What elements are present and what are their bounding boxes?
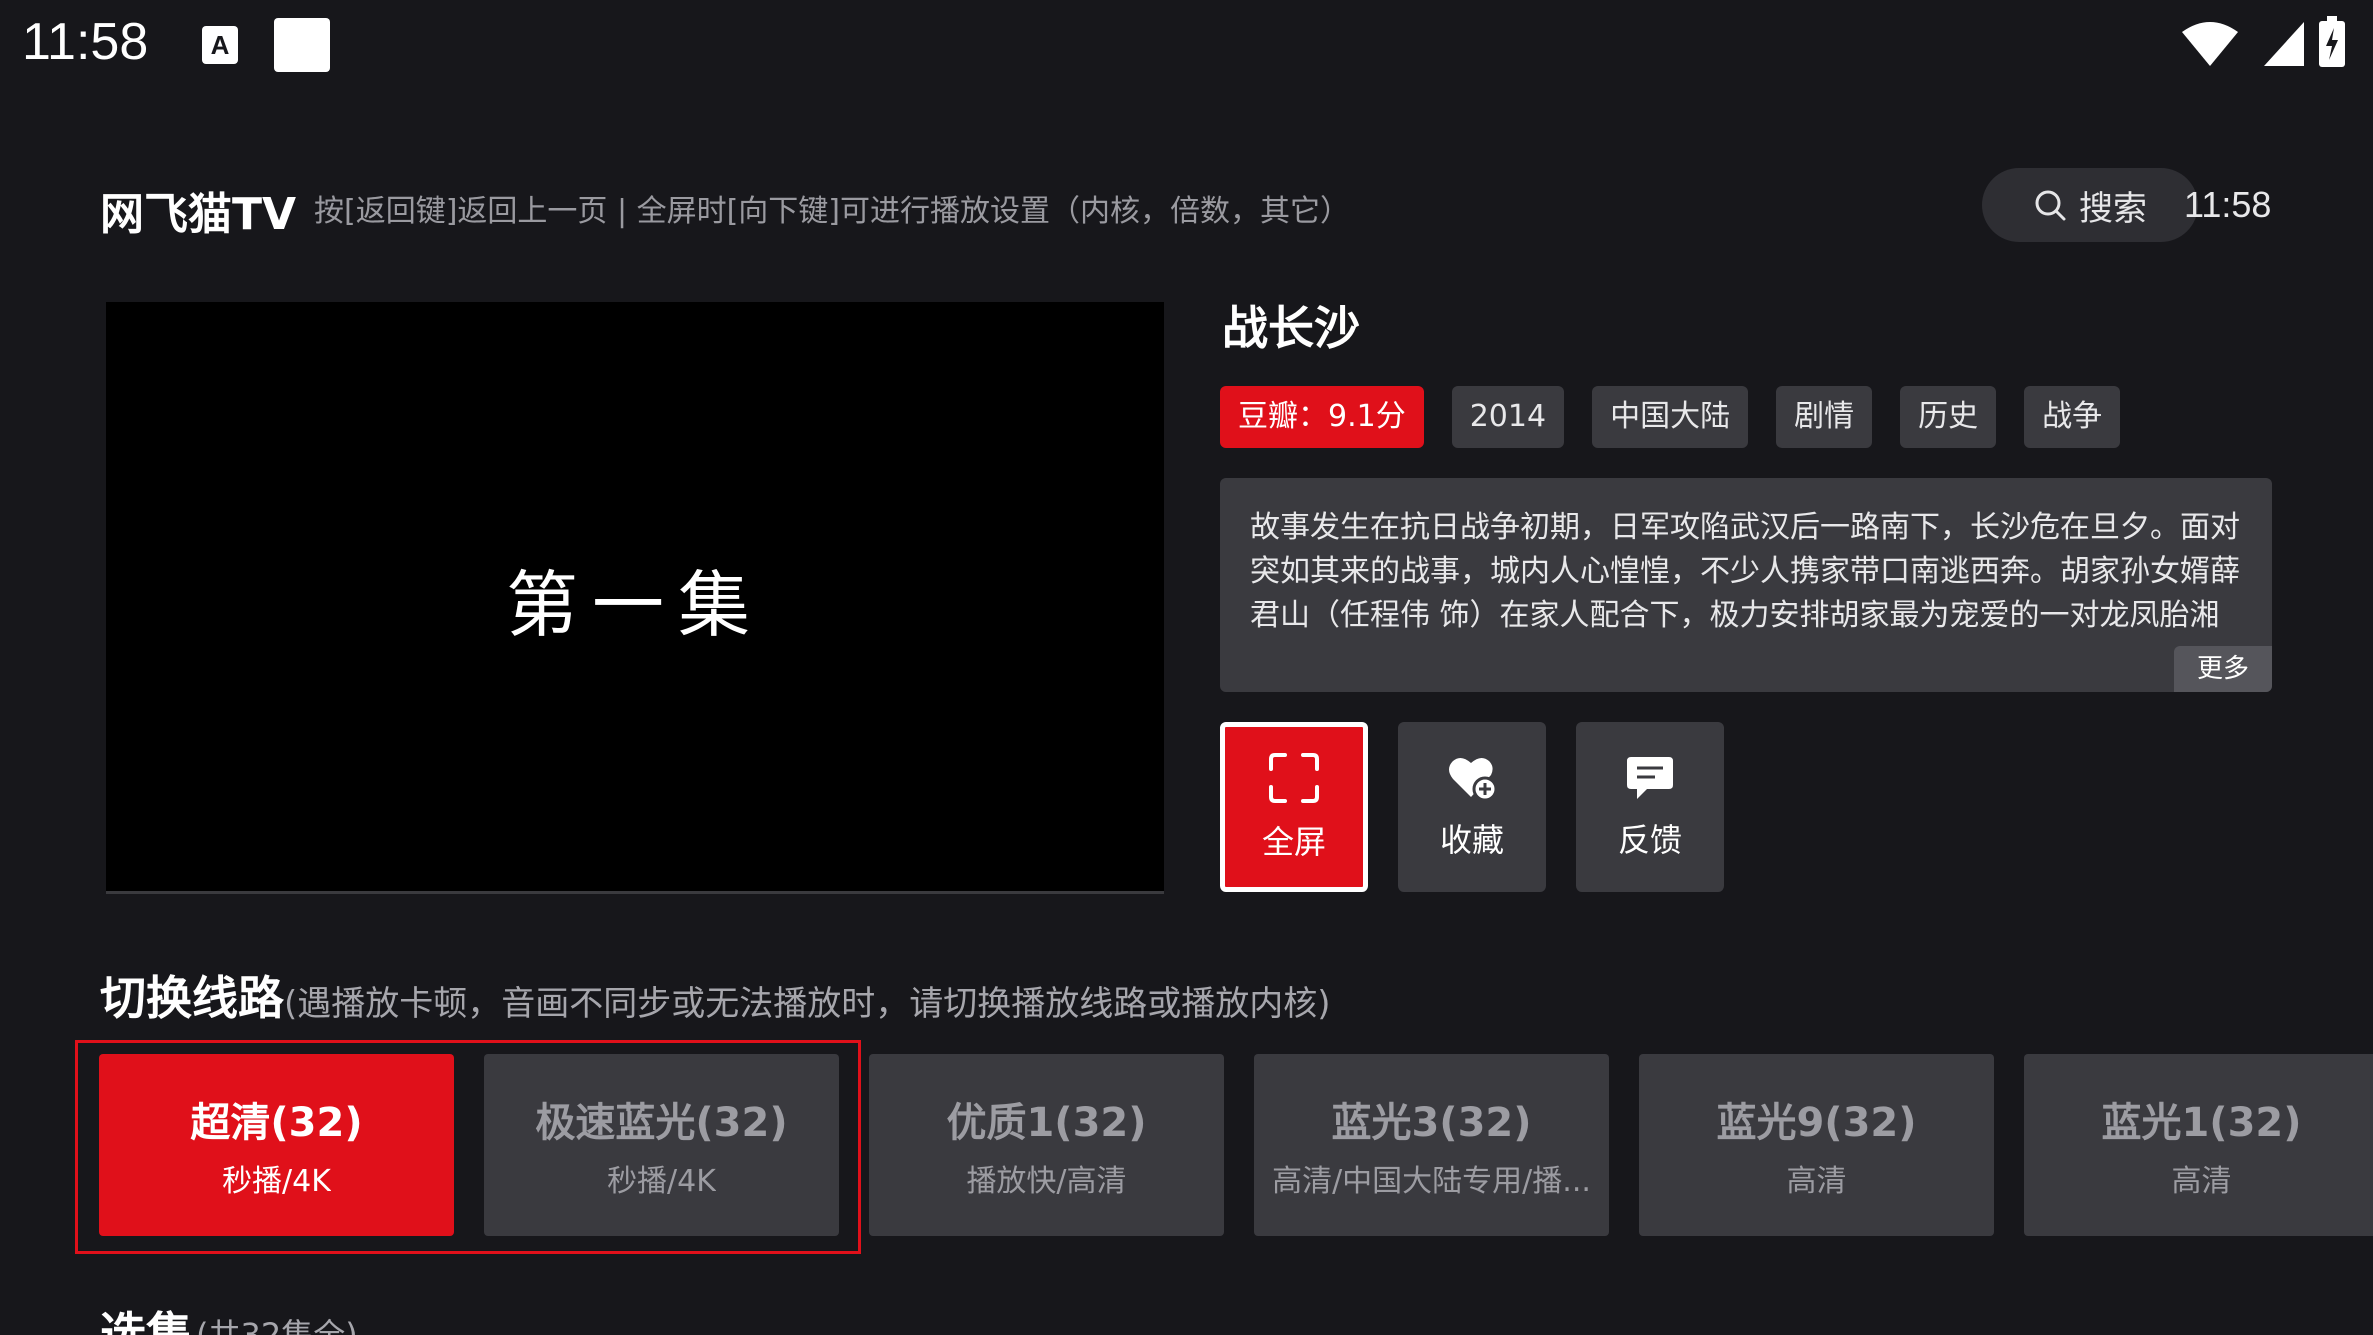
keyboard-icon: A [202,26,238,64]
battery-charging-icon [2319,16,2345,67]
movie-title: 战长沙 [1222,301,1360,355]
rating-tag: 豆瓣：9.1分 [1220,386,1424,448]
app-title: 网飞猫TV [100,189,297,240]
line-item[interactable]: 超清(32) 秒播/4K [99,1054,454,1236]
line-switch-note: (遇播放卡顿，音画不同步或无法播放时，请切换播放线路或播放内核) [284,984,1331,1024]
line-item[interactable]: 蓝光1(32) 高清 [2024,1054,2373,1236]
more-button[interactable]: 更多 [2174,646,2272,692]
line-subtitle: 高清 [2171,1164,2232,1199]
movie-tags: 豆瓣：9.1分 2014 中国大陆 剧情 历史 战争 [1220,386,2121,448]
line-item[interactable]: 优质1(32) 播放快/高清 [869,1054,1224,1236]
line-subtitle: 秒播/4K [607,1164,716,1199]
action-buttons: 全屏 收藏 反馈 [1220,722,1724,892]
line-subtitle: 高清 [1786,1164,1847,1199]
description-text: 故事发生在抗日战争初期，日军攻陷武汉后一路南下，长沙危在旦夕。面对突如其来的战事… [1250,510,2240,633]
feedback-button[interactable]: 反馈 [1576,722,1724,892]
fullscreen-button[interactable]: 全屏 [1220,722,1368,892]
genre-tag: 剧情 [1776,386,1873,448]
search-button[interactable]: 搜索 [1982,168,2198,242]
description-box: 故事发生在抗日战争初期，日军攻陷武汉后一路南下，长沙危在旦夕。面对突如其来的战事… [1220,478,2272,692]
line-subtitle: 高清/中国大陆专用/播... [1272,1164,1591,1199]
favorite-heart-icon [1449,757,1498,802]
line-list: 超清(32) 秒播/4K 极速蓝光(32) 秒播/4K 优质1(32) 播放快/… [99,1054,2373,1236]
episodes-note: (共32集全) [196,1316,358,1335]
status-bar: 11:58 A [0,0,2373,92]
line-subtitle: 播放快/高清 [966,1164,1127,1199]
feedback-message-icon [1627,757,1673,799]
header-clock: 11:58 [2184,184,2272,225]
progress-bar [106,891,1164,894]
search-icon [2035,190,2066,221]
line-switch-title: 切换线路 [100,971,284,1025]
page-hint: 按[返回键]返回上一页 | 全屏时[向下键]可进行播放设置（内核，倍数，其它） [314,194,1350,229]
fullscreen-icon [1269,753,1319,803]
line-name: 蓝光1(32) [2101,1100,2302,1146]
line-name: 极速蓝光(32) [535,1100,788,1146]
line-item[interactable]: 蓝光9(32) 高清 [1639,1054,1994,1236]
episode-title-overlay: 第一集 [505,562,764,647]
genre-tag: 战争 [2024,386,2121,448]
line-subtitle: 秒播/4K [222,1164,331,1199]
notification-square-icon [274,18,330,72]
favorite-button[interactable]: 收藏 [1398,722,1546,892]
signal-icon [2264,22,2304,66]
status-time: 11:58 [22,13,149,71]
line-name: 蓝光9(32) [1716,1100,1917,1146]
favorite-label: 收藏 [1439,821,1504,859]
line-name: 蓝光3(32) [1331,1100,1532,1146]
line-name: 优质1(32) [946,1100,1147,1146]
region-tag: 中国大陆 [1592,386,1749,448]
genre-tag: 历史 [1900,386,1997,448]
wifi-icon [2182,22,2238,66]
fullscreen-label: 全屏 [1261,823,1326,861]
video-player[interactable]: 第一集 [106,302,1164,894]
line-item[interactable]: 极速蓝光(32) 秒播/4K [484,1054,839,1236]
search-label: 搜索 [2079,188,2147,229]
episodes-title: 选集 [100,1307,192,1335]
line-item[interactable]: 蓝光3(32) 高清/中国大陆专用/播... [1254,1054,1609,1236]
feedback-label: 反馈 [1617,821,1682,859]
year-tag: 2014 [1451,386,1565,448]
line-name: 超清(32) [190,1100,363,1146]
